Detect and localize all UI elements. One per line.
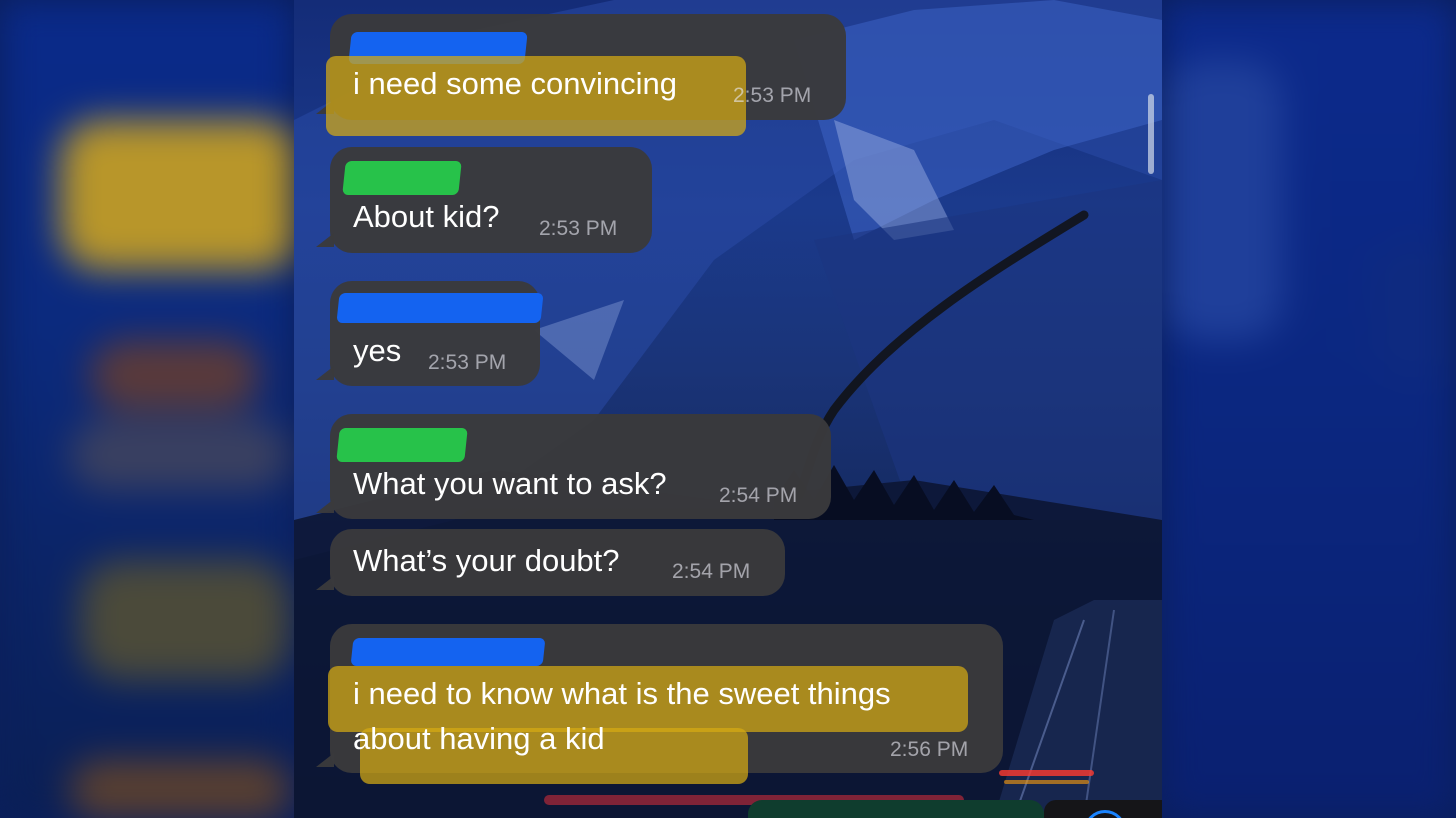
scrollbar[interactable] <box>1148 94 1154 174</box>
message-text: yes <box>353 333 402 368</box>
message-bubble[interactable]: What’s your doubt? 2:54 PM <box>316 529 785 596</box>
bottom-button-area[interactable] <box>1044 800 1162 818</box>
message-time: 2:53 PM <box>733 84 812 107</box>
message-text-line-1: i need to know what is the sweet things <box>353 676 891 711</box>
blurred-red-blob <box>90 340 260 410</box>
redacted-sender-name <box>336 428 468 462</box>
redacted-sender-name <box>342 161 462 195</box>
blurred-shadow-blob <box>1372 240 1456 380</box>
message-time: 2:53 PM <box>428 351 507 374</box>
bubble-tail <box>316 753 334 767</box>
circle-icon <box>1084 810 1126 818</box>
blurred-bubble-blob <box>70 760 290 818</box>
message-bubble[interactable]: yes 2:53 PM <box>316 281 544 386</box>
bubble-tail <box>316 366 334 380</box>
message-time: 2:56 PM <box>890 738 969 761</box>
message-text: About kid? <box>353 199 500 234</box>
blurred-mountain-blob <box>1162 60 1282 340</box>
redacted-sender-name <box>350 638 546 666</box>
message-text: What you want to ask? <box>353 466 667 501</box>
message-bubble[interactable]: i need some convincing 2:53 PM <box>316 14 846 136</box>
message-time: 2:53 PM <box>539 217 618 240</box>
message-bubble[interactable]: i need to know what is the sweet things … <box>316 624 1003 784</box>
message-time: 2:54 PM <box>719 484 798 507</box>
message-bubble[interactable]: What you want to ask? 2:54 PM <box>316 414 831 519</box>
bubble-tail <box>316 233 334 247</box>
blurred-highlight-blob <box>60 120 294 270</box>
redacted-sender-name <box>336 293 544 323</box>
bubble-tail <box>316 576 334 590</box>
message-text: What’s your doubt? <box>353 543 620 578</box>
blurred-bubble-blob <box>70 420 290 490</box>
message-text: i need some convincing <box>353 66 677 101</box>
message-bubble[interactable]: About kid? 2:53 PM <box>316 147 652 253</box>
message-time: 2:54 PM <box>672 560 751 583</box>
bubble-tail <box>316 499 334 513</box>
bottom-card <box>748 800 1044 818</box>
blurred-right-panel <box>1162 0 1456 818</box>
message-text-line-2: about having a kid <box>353 721 605 756</box>
blurred-bubble-blob <box>80 560 290 680</box>
blurred-left-panel <box>0 0 294 818</box>
screenshot-stage: i need some convincing 2:53 PM About kid… <box>0 0 1456 818</box>
